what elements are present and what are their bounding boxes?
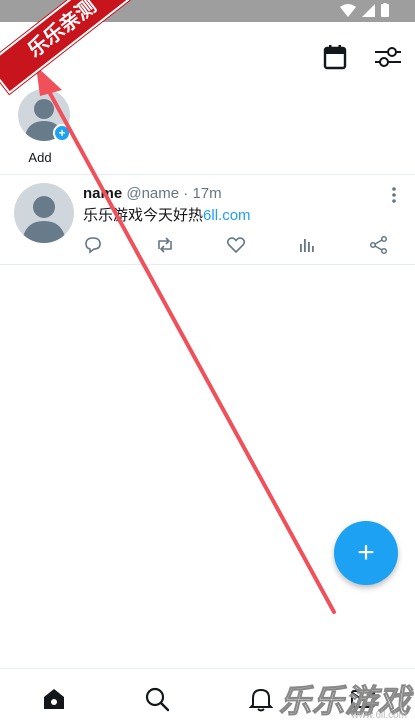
battery-icon	[381, 3, 389, 17]
retweet-icon[interactable]	[155, 235, 175, 255]
default-avatar-icon	[22, 196, 66, 243]
signal-icon	[362, 3, 375, 17]
like-icon[interactable]	[226, 235, 246, 255]
share-icon[interactable]	[369, 235, 389, 255]
add-story-label: Add	[28, 150, 52, 165]
analytics-icon[interactable]	[297, 235, 317, 255]
more-options-icon[interactable]	[391, 187, 397, 203]
tweet-author-name[interactable]: name	[83, 185, 122, 202]
tweet-card[interactable]: name @name · 17m 乐乐游戏今天好热6ll.com	[0, 175, 415, 264]
search-icon[interactable]	[144, 686, 170, 712]
tweet-body: 乐乐游戏今天好热	[83, 207, 204, 224]
tweet-time: · 17m	[183, 185, 222, 202]
tweet-text: 乐乐游戏今天好热6ll.com	[83, 204, 251, 225]
wifi-icon	[340, 3, 356, 17]
compose-fab-button[interactable]: +	[334, 521, 398, 585]
watermark-corner-url: www.6ll.com	[351, 710, 407, 721]
divider	[0, 264, 415, 265]
reply-icon[interactable]	[83, 235, 103, 255]
tweet-avatar[interactable]	[14, 183, 74, 243]
stories-row: + Add	[0, 84, 415, 174]
tweet-header: name @name · 17m	[83, 185, 222, 202]
home-icon[interactable]	[41, 686, 67, 712]
calendar-icon[interactable]	[323, 44, 347, 70]
tweet-link[interactable]: 6ll.com	[203, 207, 251, 224]
filter-settings-icon[interactable]	[374, 44, 402, 70]
notifications-bell-icon[interactable]	[248, 686, 274, 712]
plus-badge-icon[interactable]: +	[53, 124, 71, 142]
tweet-actions	[83, 235, 403, 257]
tweet-handle: @name	[126, 185, 180, 202]
